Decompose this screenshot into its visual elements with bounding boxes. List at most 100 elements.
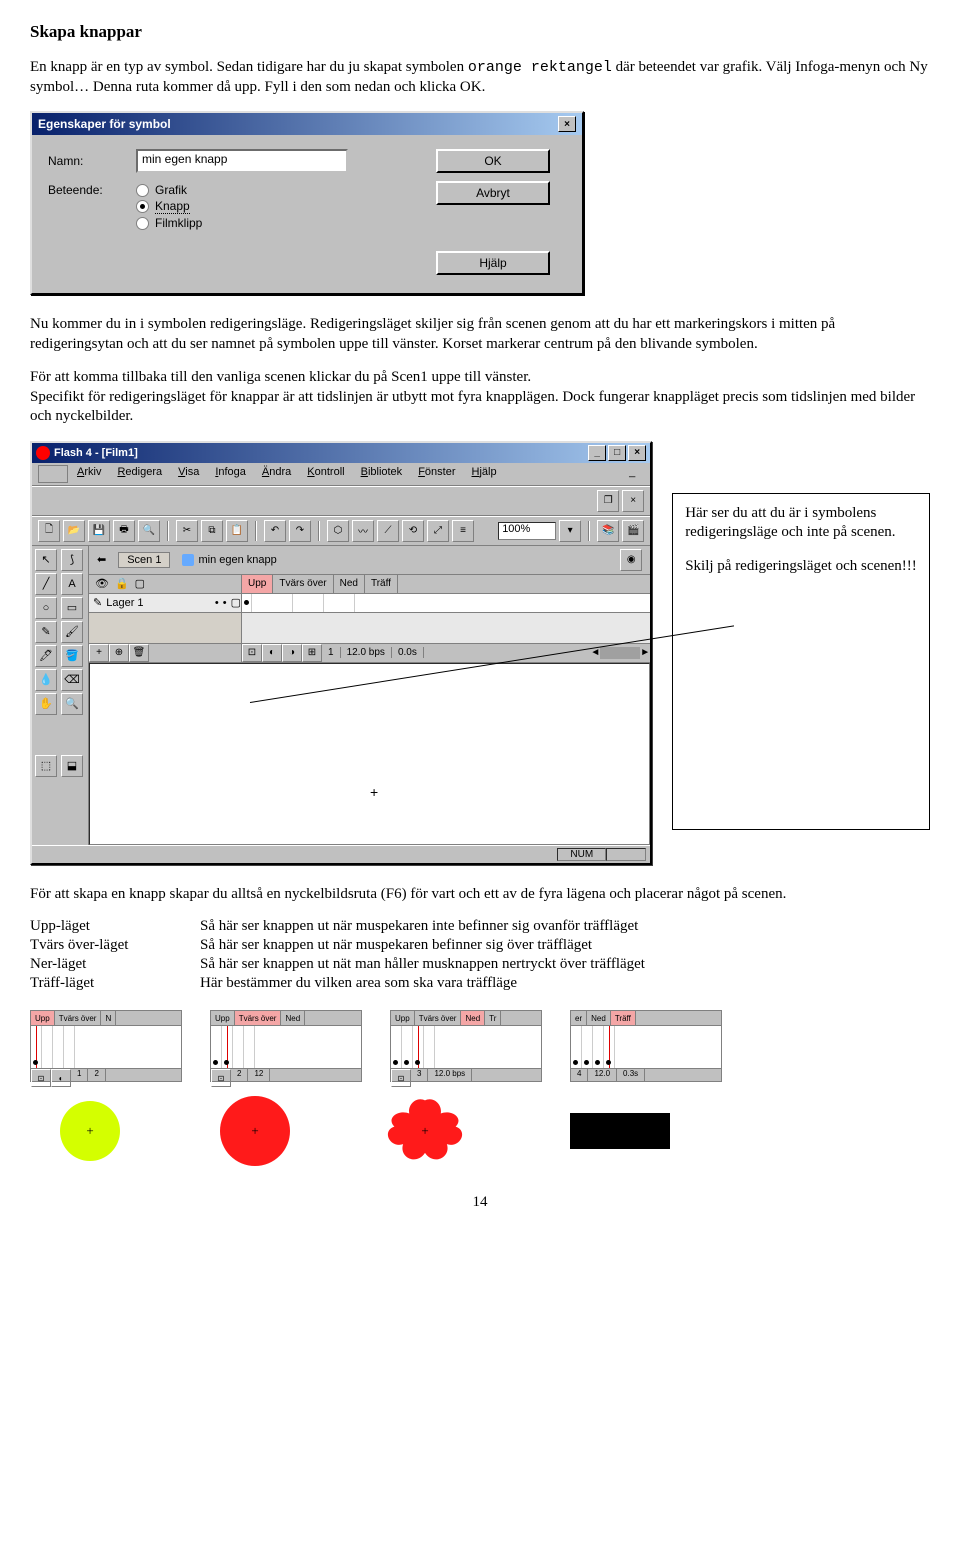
symbol-properties-dialog: Egenskaper för symbol × Namn: min egen k… [30,111,584,295]
back-icon[interactable]: ⬅ [97,553,106,566]
menu-arkiv[interactable]: Arkiv [70,465,108,483]
upp-shape: + [60,1101,120,1161]
scroll-right-icon[interactable]: ► [640,647,650,658]
name-label: Namn: [48,154,118,168]
menu-visa[interactable]: Visa [171,465,206,483]
cut-icon[interactable]: ✂ [176,520,198,542]
redo-icon[interactable]: ↷ [289,520,311,542]
eraser-tool[interactable]: ⌫ [61,669,83,691]
delete-layer-icon[interactable]: 🗑 [129,644,149,662]
name-input[interactable]: min egen knapp [136,149,348,173]
close-icon[interactable]: × [558,116,576,132]
dropper-tool[interactable]: 💧 [35,669,57,691]
pencil-tool[interactable]: ✎ [35,621,57,643]
lock-icon[interactable]: 🔒 [115,577,129,590]
second-menubar: ❐ × [32,486,650,516]
flash-app-window: Flash 4 - [Film1] _ □ × Arkiv Redigera V… [30,441,652,865]
menu-andra[interactable]: Ändra [255,465,298,483]
zoom-tool[interactable]: 🔍 [61,693,83,715]
frame-number: 1 [322,647,341,658]
preview-icon[interactable]: 🔍 [138,520,160,542]
onion-icon[interactable]: ◐ [262,644,282,662]
layer-row[interactable]: ✎ Lager 1 ••▢ [89,594,241,613]
movie-icon[interactable]: 🎬 [622,520,644,542]
copy-icon[interactable]: ⧉ [201,520,223,542]
straighten-icon[interactable]: ⟋ [377,520,399,542]
center-frame-icon[interactable]: ⊡ [242,644,262,662]
menu-bibliotek[interactable]: Bibliotek [354,465,410,483]
line-tool[interactable]: ╱ [35,573,57,595]
tvars-shape: + [220,1096,290,1166]
frame-tab-tvars[interactable]: Tvärs över [273,575,333,593]
lasso-tool[interactable]: ⟆ [61,549,83,571]
undo-icon[interactable]: ↶ [264,520,286,542]
radio-filmklipp[interactable]: Filmklipp [136,216,406,230]
dialog-title: Egenskaper för symbol [38,117,171,131]
menu-infoga[interactable]: Infoga [208,465,253,483]
scale-icon[interactable]: ⤢ [427,520,449,542]
snap-icon[interactable]: ⬡ [327,520,349,542]
body-text: Specifikt för redigeringsläget för knapp… [30,388,930,427]
radio-grafik[interactable]: Grafik [136,183,406,197]
zoom-input[interactable]: 100% [498,522,556,540]
frame-tab-upp[interactable]: Upp [242,575,273,593]
menubar[interactable]: Arkiv Redigera Visa Infoga Ändra Kontrol… [32,463,650,486]
print-icon[interactable]: 🖶 [113,520,135,542]
text-tool[interactable]: A [61,573,83,595]
brush-tool[interactable]: 🖌 [61,621,83,643]
callout-box: Här ser du att du är i symbolens rediger… [672,493,930,830]
ink-tool[interactable]: 🖊 [35,645,57,667]
save-icon[interactable]: 💾 [88,520,110,542]
behavior-label: Beteende: [48,183,118,197]
frame-tab-ned[interactable]: Ned [334,575,365,593]
restore-icon[interactable]: □ [608,445,626,461]
body-text: Nu kommer du in i symbolen redigeringslä… [30,315,930,354]
close-icon[interactable]: × [628,445,646,461]
rect-tool[interactable]: ▭ [61,597,83,619]
scene-menu-icon[interactable]: ◉ [620,549,642,571]
body-text: För att skapa en knapp skapar du alltså … [30,885,930,905]
registration-crosshair: + [370,784,378,800]
radio-knapp[interactable]: Knapp [136,199,406,214]
fps-display: 12.0 bps [341,647,392,658]
paste-icon[interactable]: 📋 [226,520,248,542]
oval-tool[interactable]: ○ [35,597,57,619]
menu-redigera[interactable]: Redigera [110,465,169,483]
menu-fonster[interactable]: Fönster [411,465,462,483]
toolbox: ↖ ⟆ ╱ A ○ ▭ ✎ 🖌 🖊 🪣 💧 ⌫ ✋ 🔍 [32,546,89,845]
onion-outline-icon[interactable]: ◑ [282,644,302,662]
minimize-icon[interactable]: _ [588,445,606,461]
ok-button[interactable]: OK [436,149,550,173]
arrow-tool[interactable]: ↖ [35,549,57,571]
edit-multi-icon[interactable]: ⊞ [302,644,322,662]
align-icon[interactable]: ≡ [452,520,474,542]
menu-kontroll[interactable]: Kontroll [300,465,351,483]
option-icon[interactable]: ⬚ [35,755,57,777]
new-icon[interactable]: 🗋 [38,520,60,542]
restore-icon[interactable]: ❐ [597,490,619,512]
help-button[interactable]: Hjälp [436,251,550,275]
library-icon[interactable]: 📚 [597,520,619,542]
hand-tool[interactable]: ✋ [35,693,57,715]
eye-icon[interactable]: 👁 [95,577,109,590]
thumb-upp: Upp Tvärs över N ⊡◐12 [30,1010,182,1082]
scene-tab[interactable]: Scen 1 [118,552,170,568]
add-layer-icon[interactable]: + [89,644,109,662]
rotate-icon[interactable]: ⟲ [402,520,424,542]
frame-tab-traff[interactable]: Träff [365,575,398,593]
option-icon[interactable]: ⬓ [61,755,83,777]
bucket-tool[interactable]: 🪣 [61,645,83,667]
smooth-icon[interactable]: 〰 [352,520,374,542]
cancel-button[interactable]: Avbryt [436,181,550,205]
stage[interactable]: + [89,663,650,845]
open-icon[interactable]: 📂 [63,520,85,542]
intro-paragraph: En knapp är en typ av symbol. Sedan tidi… [30,58,930,97]
definition-list: Upp-lägetSå här ser knappen ut när muspe… [30,918,930,992]
add-guide-icon[interactable]: ⊕ [109,644,129,662]
page-number: 14 [30,1194,930,1211]
menu-hjalp[interactable]: Hjälp [465,465,504,483]
outline-icon[interactable]: ▢ [135,577,145,590]
close-icon[interactable]: × [622,490,644,512]
doc-icon [38,465,68,483]
zoom-dropdown-icon[interactable]: ▾ [559,520,581,542]
